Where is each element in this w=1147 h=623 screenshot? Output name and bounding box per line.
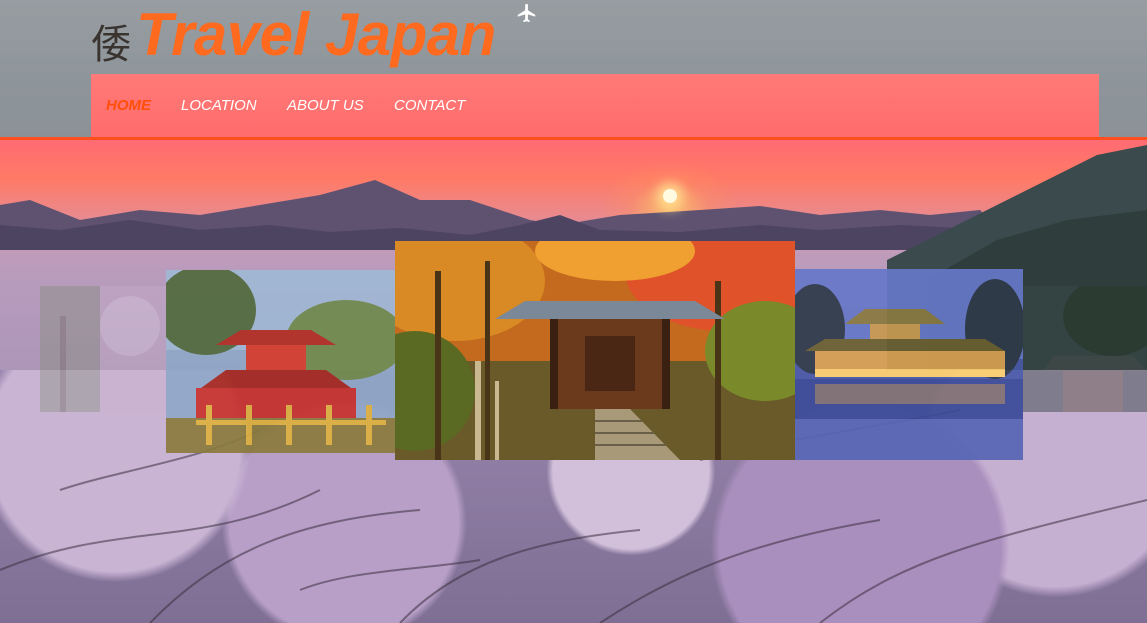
logo-kanji[interactable]: 倭 xyxy=(91,12,131,70)
site-header: 倭 Travel Japan HOME LOCATION ABOUT US CO… xyxy=(0,0,1147,140)
main-nav: HOME LOCATION ABOUT US CONTACT xyxy=(91,74,1099,138)
nav-location[interactable]: LOCATION xyxy=(181,97,257,114)
nav-about-us[interactable]: ABOUT US xyxy=(287,97,364,114)
slide-4-image xyxy=(795,269,1023,460)
sun xyxy=(663,189,677,203)
slide-2-image xyxy=(166,270,396,453)
nav-contact[interactable]: CONTACT xyxy=(394,97,465,114)
nav-home[interactable]: HOME xyxy=(106,97,151,114)
carousel-slide-5[interactable] xyxy=(1023,286,1147,412)
slide-3-image xyxy=(395,241,795,460)
site-title[interactable]: Travel Japan xyxy=(136,0,496,69)
carousel-slide-2[interactable] xyxy=(166,270,396,453)
slide-1-image xyxy=(40,286,168,412)
airplane-icon xyxy=(517,3,536,23)
slide-5-image xyxy=(1023,286,1147,412)
carousel-slide-4[interactable] xyxy=(795,269,1023,460)
carousel-slide-3[interactable] xyxy=(395,241,795,460)
carousel-slide-1[interactable] xyxy=(40,286,168,412)
